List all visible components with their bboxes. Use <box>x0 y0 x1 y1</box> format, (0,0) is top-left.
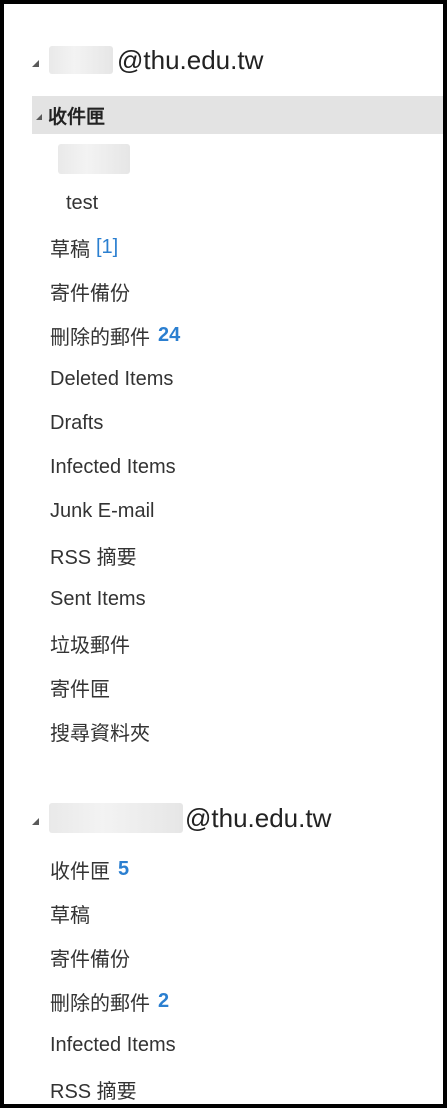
folder-label: RSS 摘要 <box>50 1080 137 1103</box>
unread-count-badge: 5 <box>118 857 130 880</box>
account-2-header[interactable]: @thu.edu.tw <box>32 796 443 840</box>
folder-label: 刪除的郵件 <box>50 326 150 349</box>
unread-count-badge: 24 <box>158 323 181 346</box>
folder-label: 寄件備份 <box>50 282 130 305</box>
folder-pane: @thu.edu.tw 收件匣 test 草稿 [1] 寄件備份 刪除的郵件 24 Del… <box>32 4 443 1104</box>
folder-item[interactable]: 收件匣 5 <box>50 852 443 886</box>
folder-item[interactable]: Drafts <box>50 406 443 440</box>
blurred-username <box>49 803 183 833</box>
folder-label: 寄件匣 <box>50 678 110 701</box>
folder-label: 刪除的郵件 <box>50 992 150 1015</box>
folder-label: 草稿 <box>50 904 90 927</box>
folder-item[interactable]: 草稿 <box>50 896 443 930</box>
folder-item[interactable]: Infected Items <box>50 450 443 484</box>
account-1-email-suffix: @thu.edu.tw <box>117 44 264 75</box>
blurred-username <box>49 46 113 74</box>
folder-item[interactable]: 寄件匣 <box>50 670 443 704</box>
folder-item[interactable]: 搜尋資料夾 <box>50 714 443 748</box>
folder-item[interactable]: RSS 摘要 <box>50 1072 443 1104</box>
folder-label: 草稿 <box>50 238 90 261</box>
folder-item[interactable]: 寄件備份 <box>50 274 443 308</box>
subfolder-label: test <box>66 191 99 214</box>
folder-item[interactable]: 寄件備份 <box>50 940 443 974</box>
blurred-subfolder-name <box>58 144 130 174</box>
folder-inbox-selected[interactable]: 收件匣 <box>32 96 443 134</box>
folder-item[interactable]: Deleted Items <box>50 362 443 396</box>
folder-label: 垃圾郵件 <box>50 634 130 657</box>
folder-item[interactable]: 刪除的郵件 2 <box>50 984 443 1018</box>
unread-count-badge: 2 <box>158 989 170 1012</box>
folder-label: Junk E-mail <box>50 499 155 522</box>
folder-label: RSS 摘要 <box>50 546 137 569</box>
folder-label: 收件匣 <box>50 860 110 883</box>
folder-item[interactable]: 草稿 [1] <box>50 230 443 264</box>
folder-item[interactable]: 刪除的郵件 24 <box>50 318 443 352</box>
folder-pane-frame: @thu.edu.tw 收件匣 test 草稿 [1] 寄件備份 刪除的郵件 24 Del… <box>0 0 447 1108</box>
folder-label: 收件匣 <box>48 106 106 128</box>
collapse-triangle-icon[interactable] <box>32 59 39 67</box>
folder-label: Infected Items <box>50 455 176 478</box>
folder-label: 搜尋資料夾 <box>50 722 150 745</box>
folder-item[interactable]: Sent Items <box>50 582 443 616</box>
collapse-triangle-icon[interactable] <box>32 817 39 825</box>
folder-item[interactable]: RSS 摘要 <box>50 538 443 572</box>
folder-label: Deleted Items <box>50 367 174 390</box>
folder-label: Infected Items <box>50 1033 176 1056</box>
folder-item[interactable]: Junk E-mail <box>50 494 443 528</box>
account-2-email-suffix: @thu.edu.tw <box>185 802 332 833</box>
inbox-subfolder[interactable] <box>58 142 443 176</box>
account-1-header[interactable]: @thu.edu.tw <box>32 38 443 82</box>
folder-item[interactable]: 垃圾郵件 <box>50 626 443 660</box>
folder-label: 寄件備份 <box>50 948 130 971</box>
inbox-subfolder[interactable]: test <box>66 186 443 220</box>
folder-label: Sent Items <box>50 587 146 610</box>
draft-count-badge: [1] <box>96 235 119 258</box>
collapse-triangle-icon[interactable] <box>36 114 42 120</box>
folder-item[interactable]: Infected Items <box>50 1028 443 1062</box>
folder-label: Drafts <box>50 411 104 434</box>
